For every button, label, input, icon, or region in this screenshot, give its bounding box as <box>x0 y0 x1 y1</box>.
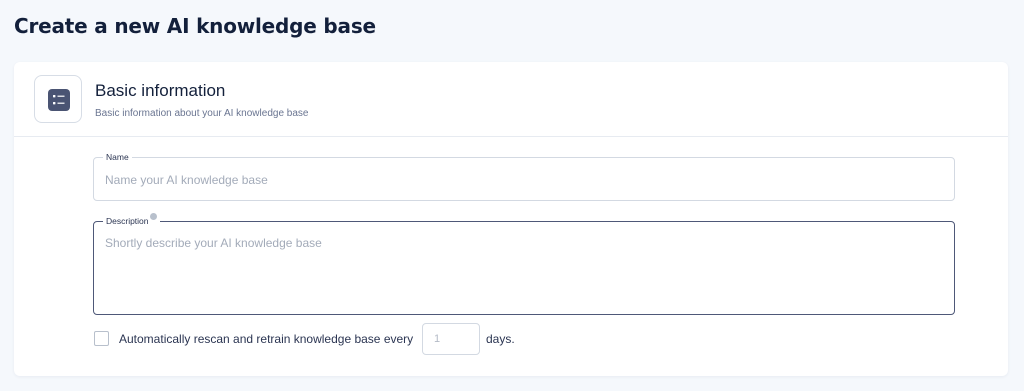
card-header: Basic information Basic information abou… <box>14 62 1008 137</box>
page-title: Create a new AI knowledge base <box>14 14 376 38</box>
description-label-wrap: Description <box>103 213 160 227</box>
description-field: Description <box>93 213 955 315</box>
section-icon-box <box>34 75 82 123</box>
name-input[interactable] <box>105 172 935 188</box>
section-title: Basic information <box>95 81 226 100</box>
info-icon[interactable] <box>149 213 157 220</box>
rescan-row: Automatically rescan and retrain knowled… <box>94 323 594 355</box>
name-label: Name <box>103 151 132 163</box>
name-field: Name <box>93 151 955 201</box>
description-input[interactable] <box>105 236 935 304</box>
rescan-label: Automatically rescan and retrain knowled… <box>119 332 414 346</box>
rescan-days-suffix: days. <box>486 332 515 346</box>
section-subtitle: Basic information about your AI knowledg… <box>95 108 309 119</box>
rescan-days-input[interactable] <box>422 323 480 355</box>
list-icon <box>48 89 70 111</box>
description-label: Description <box>106 216 149 226</box>
basic-info-card: Basic information Basic information abou… <box>14 62 1008 376</box>
rescan-checkbox[interactable] <box>94 331 109 346</box>
